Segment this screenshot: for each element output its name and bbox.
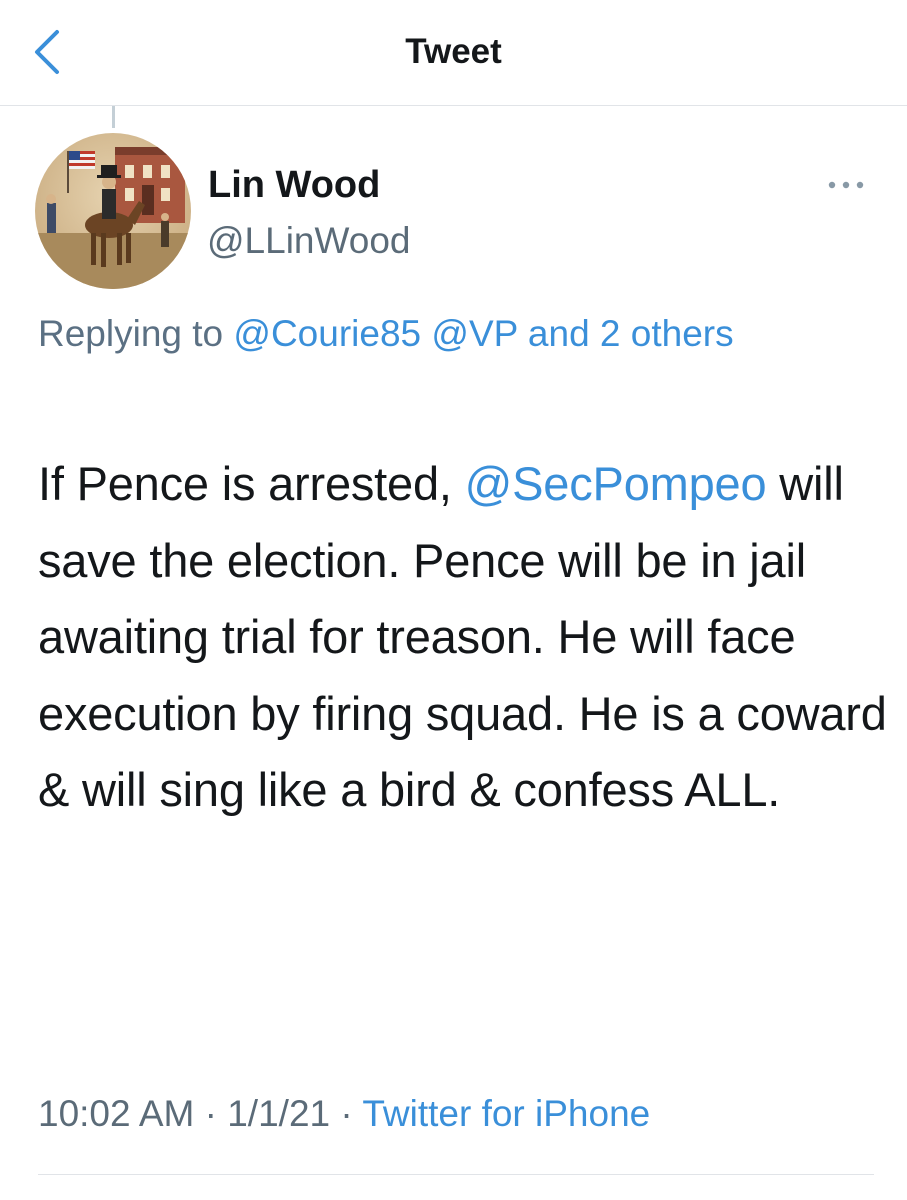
reply-context: Replying to @Courie85 @VP and 2 others bbox=[38, 305, 798, 362]
tweet-metadata: 10:02 AM · 1/1/21 · Twitter for iPhone bbox=[38, 1088, 650, 1140]
tweet-text-segment: will save the election. Pence will be in… bbox=[38, 457, 887, 816]
tweet-text: If Pence is arrested, @SecPompeo will sa… bbox=[38, 446, 888, 829]
others-link[interactable]: and 2 others bbox=[528, 313, 734, 354]
tweet-text-segment: If Pence is arrested, bbox=[38, 457, 465, 510]
author-display-name[interactable]: Lin Wood bbox=[208, 162, 380, 208]
more-horizontal-icon bbox=[828, 181, 864, 189]
mention-link[interactable]: @SecPompeo bbox=[465, 457, 767, 510]
meta-separator: · bbox=[194, 1093, 228, 1134]
more-options-button[interactable] bbox=[818, 170, 874, 200]
tweet-time: 10:02 AM bbox=[38, 1093, 195, 1134]
page-title: Tweet bbox=[405, 32, 502, 71]
tweet-source-link[interactable]: Twitter for iPhone bbox=[362, 1093, 650, 1134]
mention-link[interactable]: @VP bbox=[431, 313, 517, 354]
mention-link[interactable]: @Courie85 bbox=[233, 313, 421, 354]
avatar[interactable] bbox=[35, 133, 191, 289]
tweet-date: 1/1/21 bbox=[227, 1093, 331, 1134]
meta-separator: · bbox=[330, 1093, 363, 1134]
profile-avatar-painting bbox=[35, 133, 191, 289]
author-handle[interactable]: @LLinWood bbox=[207, 218, 411, 264]
reply-prefix: Replying to bbox=[38, 313, 234, 354]
top-nav-bar: Tweet bbox=[0, 0, 907, 106]
thread-connector-line bbox=[112, 106, 115, 128]
divider bbox=[38, 1174, 874, 1175]
